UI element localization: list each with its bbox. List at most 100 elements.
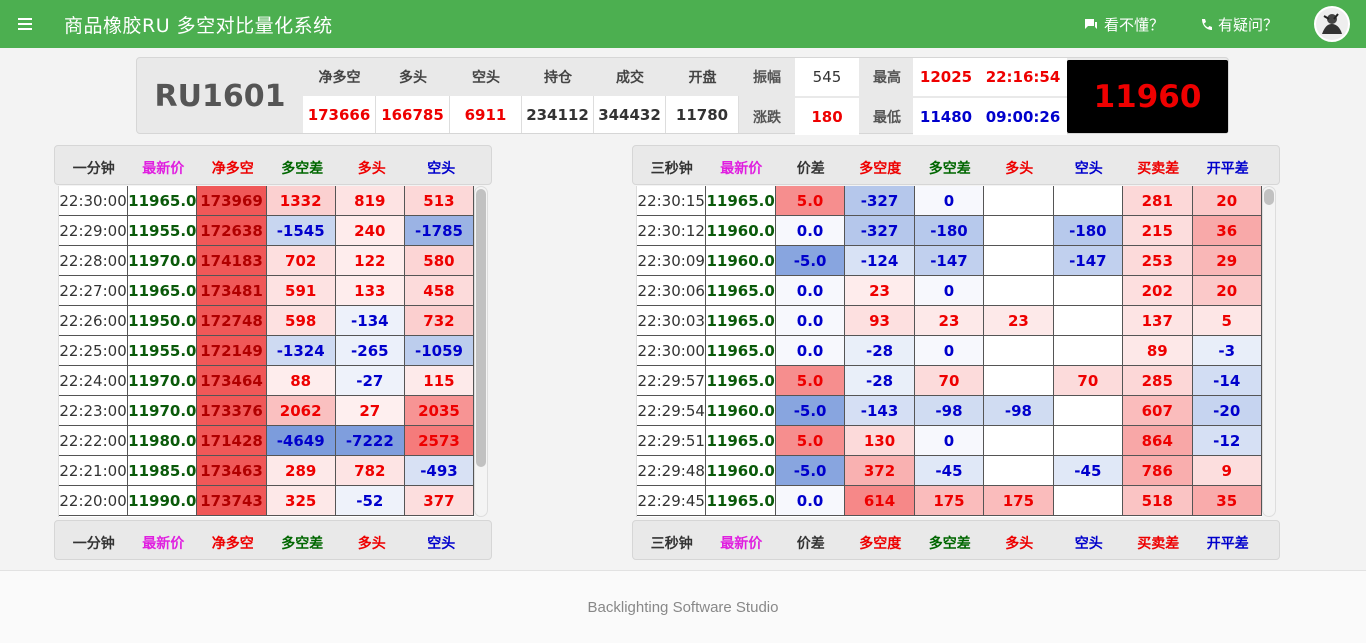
table-cell: 22:27:00 bbox=[59, 276, 129, 305]
amplitude-value: 545 bbox=[795, 58, 859, 96]
column-header[interactable]: 多空度 bbox=[846, 533, 916, 559]
contract-symbol: RU1601 bbox=[154, 79, 286, 114]
hamburger-menu-icon[interactable] bbox=[18, 18, 32, 30]
table-row[interactable]: 22:29:48 11960.0 -5.0 372 -45 -45 786 9 bbox=[637, 456, 1262, 486]
table-cell: 702 bbox=[266, 246, 336, 275]
table-row[interactable]: 22:30:15 11965.0 5.0 -327 0 281 20 bbox=[637, 186, 1262, 216]
table-cell: 11965.0 bbox=[706, 486, 776, 515]
column-header[interactable]: 三秒钟 bbox=[637, 533, 707, 559]
table-cell: -27 bbox=[335, 366, 405, 395]
table-cell: 22:20:00 bbox=[59, 486, 129, 515]
table-cell: 215 bbox=[1123, 216, 1193, 245]
table-cell: 11960.0 bbox=[706, 396, 776, 425]
column-header[interactable]: 买卖差 bbox=[1124, 533, 1194, 559]
column-header[interactable]: 多空差 bbox=[915, 158, 985, 184]
table-row[interactable]: 22:29:45 11965.0 0.0 614 175 175 518 35 bbox=[637, 486, 1262, 516]
column-header[interactable]: 多空差 bbox=[268, 158, 338, 184]
table-row[interactable]: 22:28:00 11970.0 174183 702 122 580 bbox=[59, 246, 475, 276]
table-cell: 130 bbox=[845, 426, 915, 455]
column-header[interactable]: 多空差 bbox=[915, 533, 985, 559]
minute-table-scrollbar[interactable] bbox=[474, 186, 488, 517]
table-row[interactable]: 22:30:12 11960.0 0.0 -327 -180 -180 215 36 bbox=[637, 216, 1262, 246]
table-cell: -14 bbox=[1192, 366, 1262, 395]
table-row[interactable]: 22:27:00 11965.0 173481 591 133 458 bbox=[59, 276, 475, 306]
table-row[interactable]: 22:30:00 11965.0 173969 1332 819 513 bbox=[59, 186, 475, 216]
column-header[interactable]: 净多空 bbox=[198, 158, 268, 184]
table-cell: -4649 bbox=[266, 426, 336, 455]
table-row[interactable]: 22:29:54 11960.0 -5.0 -143 -98 -98 607 -20 bbox=[637, 396, 1262, 426]
table-cell: 173464 bbox=[197, 366, 267, 395]
column-header[interactable]: 一分钟 bbox=[59, 533, 129, 559]
table-cell: 598 bbox=[266, 306, 336, 335]
table-cell: 518 bbox=[1123, 486, 1193, 515]
column-header[interactable]: 多头 bbox=[985, 533, 1055, 559]
table-row[interactable]: 22:25:00 11955.0 172149 -1324 -265 -1059 bbox=[59, 336, 475, 366]
table-row[interactable]: 22:23:00 11970.0 173376 2062 27 2035 bbox=[59, 396, 475, 426]
table-cell: 11955.0 bbox=[128, 216, 198, 245]
table-cell: 23 bbox=[845, 276, 915, 305]
table-cell: -493 bbox=[404, 456, 475, 485]
quote-col-value: 166785 bbox=[376, 96, 450, 133]
user-avatar[interactable] bbox=[1314, 6, 1350, 42]
quote-col-label: 开盘 bbox=[688, 70, 717, 86]
table-cell: 23 bbox=[984, 306, 1054, 335]
high-time: 22:16:54 bbox=[979, 58, 1067, 96]
last-price-display: 11960 bbox=[1067, 60, 1228, 133]
column-header[interactable]: 买卖差 bbox=[1124, 158, 1194, 184]
column-header[interactable]: 多头 bbox=[337, 533, 407, 559]
table-cell: 325 bbox=[266, 486, 336, 515]
table-cell: 2035 bbox=[404, 396, 475, 425]
question-link[interactable]: 有疑问？ bbox=[1200, 14, 1278, 35]
column-header[interactable]: 多空度 bbox=[846, 158, 916, 184]
column-header[interactable]: 多头 bbox=[337, 158, 407, 184]
column-header[interactable]: 最新价 bbox=[129, 158, 199, 184]
table-row[interactable]: 22:20:00 11990.0 173743 325 -52 377 bbox=[59, 486, 475, 516]
change-value: 180 bbox=[795, 98, 859, 135]
table-cell: 607 bbox=[1123, 396, 1193, 425]
column-header[interactable]: 多头 bbox=[985, 158, 1055, 184]
table-row[interactable]: 22:29:00 11955.0 172638 -1545 240 -1785 bbox=[59, 216, 475, 246]
column-header[interactable]: 空头 bbox=[407, 158, 477, 184]
column-header[interactable]: 开平差 bbox=[1193, 533, 1263, 559]
quote-col-4: 成交 344432 bbox=[594, 58, 666, 135]
table-row[interactable]: 22:29:57 11965.0 5.0 -28 70 70 285 -14 bbox=[637, 366, 1262, 396]
tick-table-scrollbar[interactable] bbox=[1262, 186, 1276, 517]
quote-panel: RU1601 净多空 173666 多头 166785 空头 6911 持仓 234112 成交… bbox=[136, 57, 1229, 135]
column-header[interactable]: 空头 bbox=[407, 533, 477, 559]
table-cell: 22:29:00 bbox=[59, 216, 129, 245]
column-header[interactable]: 净多空 bbox=[198, 533, 268, 559]
column-header[interactable]: 一分钟 bbox=[59, 158, 129, 184]
table-row[interactable]: 22:29:51 11965.0 5.0 130 0 864 -12 bbox=[637, 426, 1262, 456]
table-row[interactable]: 22:30:00 11965.0 0.0 -28 0 89 -3 bbox=[637, 336, 1262, 366]
table-row[interactable]: 22:30:09 11960.0 -5.0 -124 -147 -147 253 29 bbox=[637, 246, 1262, 276]
table-row[interactable]: 22:21:00 11985.0 173463 289 782 -493 bbox=[59, 456, 475, 486]
column-header[interactable]: 最新价 bbox=[129, 533, 199, 559]
table-cell bbox=[984, 366, 1054, 395]
column-header[interactable]: 最新价 bbox=[707, 158, 777, 184]
question-link-label: 有疑问？ bbox=[1217, 15, 1278, 34]
column-header[interactable]: 多空差 bbox=[268, 533, 338, 559]
column-header[interactable]: 空头 bbox=[1054, 158, 1124, 184]
table-cell: 0.0 bbox=[775, 336, 846, 365]
table-row[interactable]: 22:26:00 11950.0 172748 598 -134 732 bbox=[59, 306, 475, 336]
column-header[interactable]: 空头 bbox=[1054, 533, 1124, 559]
table-row[interactable]: 22:22:00 11980.0 171428 -4649 -7222 2573 bbox=[59, 426, 475, 456]
quote-col-5: 开盘 11780 bbox=[666, 58, 739, 135]
column-header[interactable]: 价差 bbox=[776, 158, 846, 184]
column-header[interactable]: 价差 bbox=[776, 533, 846, 559]
column-header[interactable]: 开平差 bbox=[1193, 158, 1263, 184]
table-cell bbox=[984, 186, 1054, 215]
table-row[interactable]: 22:24:00 11970.0 173464 88 -27 115 bbox=[59, 366, 475, 396]
table-row[interactable]: 22:30:06 11965.0 0.0 23 0 202 20 bbox=[637, 276, 1262, 306]
quote-col-label: 持仓 bbox=[544, 70, 572, 86]
quote-col-2: 空头 6911 bbox=[450, 58, 522, 135]
help-link[interactable]: 看不懂？ bbox=[1084, 14, 1164, 35]
table-cell: 2573 bbox=[404, 426, 475, 455]
table-cell: 11950.0 bbox=[128, 306, 198, 335]
column-header[interactable]: 最新价 bbox=[707, 533, 777, 559]
table-cell bbox=[984, 426, 1054, 455]
table-row[interactable]: 22:30:03 11965.0 0.0 93 23 23 137 5 bbox=[637, 306, 1262, 336]
table-cell: -1785 bbox=[404, 216, 475, 245]
table-cell: 11960.0 bbox=[706, 456, 776, 485]
column-header[interactable]: 三秒钟 bbox=[637, 158, 707, 184]
